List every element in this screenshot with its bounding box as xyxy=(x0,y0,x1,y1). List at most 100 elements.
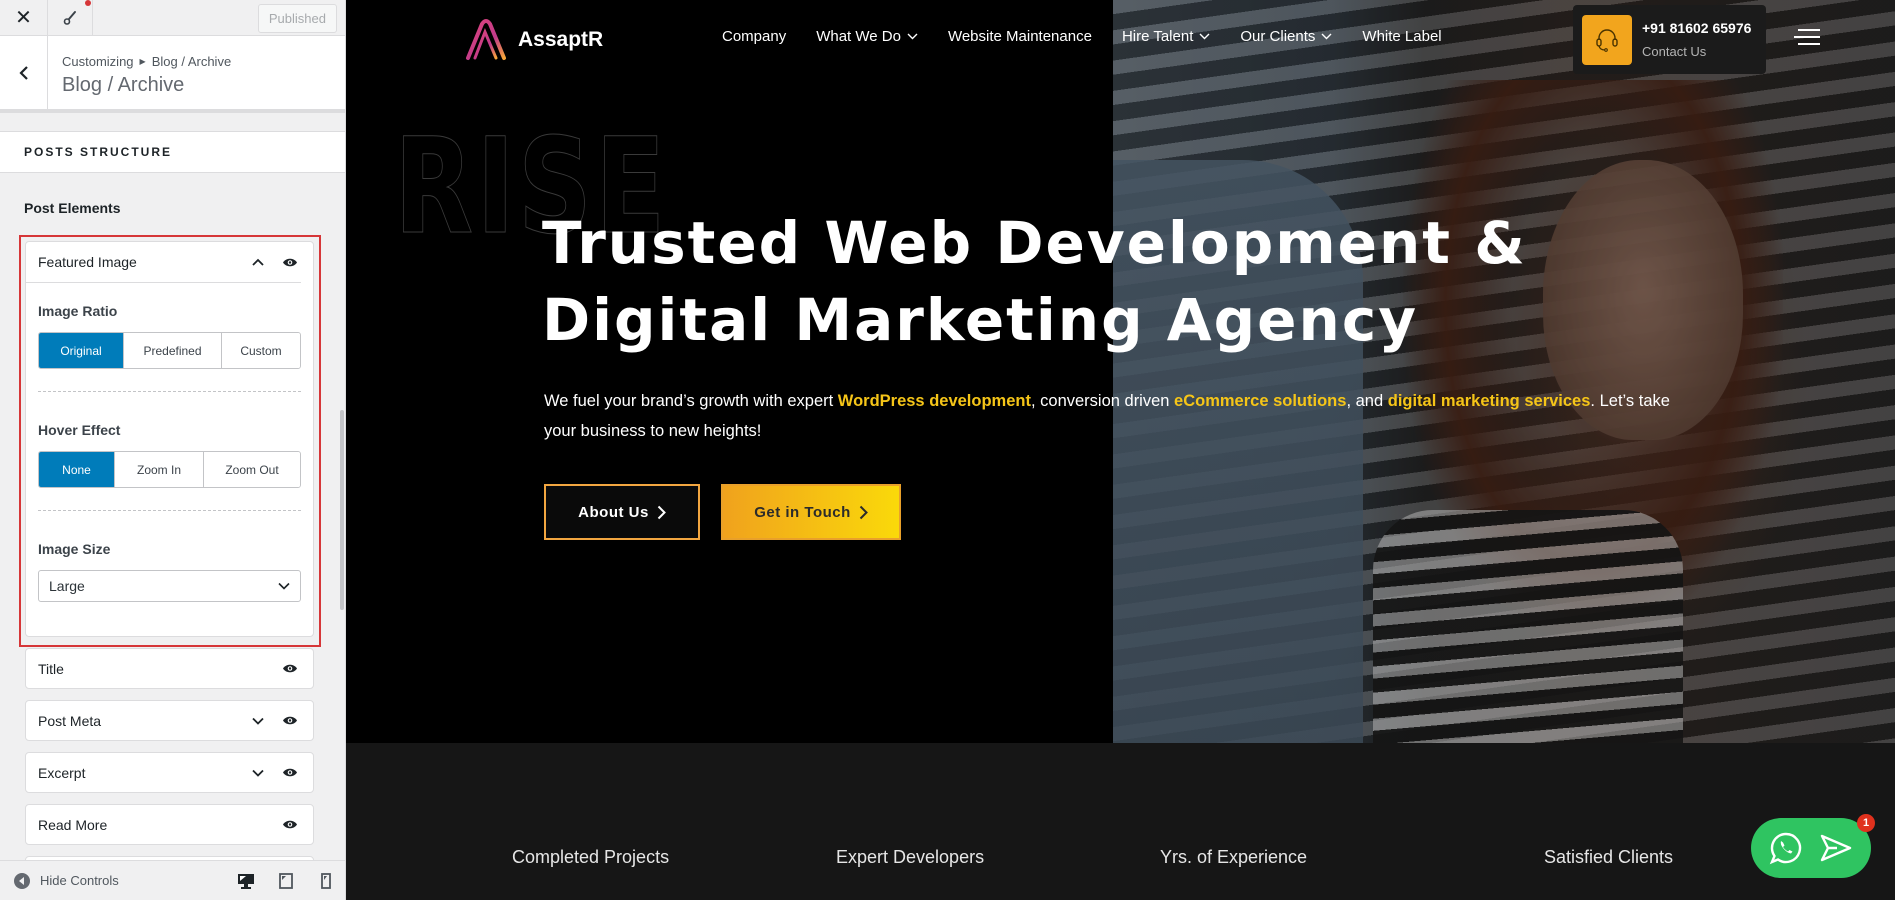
send-icon xyxy=(1820,834,1852,862)
image-ratio-label: Image Ratio xyxy=(38,303,118,319)
nav-what-we-do[interactable]: What We Do xyxy=(816,28,918,45)
chat-widget[interactable]: 1 xyxy=(1751,814,1875,878)
published-button[interactable]: Published xyxy=(257,4,337,33)
nav-white-label[interactable]: White Label xyxy=(1362,28,1441,45)
lead-highlight: digital marketing services xyxy=(1387,392,1591,410)
close-customizer-button[interactable]: ✕ xyxy=(0,0,48,35)
post-element-excerpt[interactable]: Excerpt xyxy=(25,752,314,793)
button-label: About Us xyxy=(578,503,649,521)
nav-hire-talent[interactable]: Hire Talent xyxy=(1122,28,1210,45)
expand-button[interactable] xyxy=(247,762,269,784)
paintbrush-icon xyxy=(63,10,76,25)
element-name: Excerpt xyxy=(38,764,86,781)
collapse-button[interactable] xyxy=(247,251,269,273)
collapse-arrow-icon xyxy=(14,872,30,889)
visibility-toggle[interactable] xyxy=(279,762,301,784)
lead-text: , and xyxy=(1346,392,1388,410)
image-ratio-segmented: Original Predefined Custom xyxy=(38,332,301,369)
customizer-sidebar: ✕ Published Customizing ▶ Blog / Archive… xyxy=(0,0,346,900)
hover-effect-none[interactable]: None xyxy=(39,452,114,487)
image-ratio-original[interactable]: Original xyxy=(39,333,123,368)
breadcrumb-separator-icon: ▶ xyxy=(139,57,146,66)
image-ratio-custom[interactable]: Custom xyxy=(221,333,300,368)
notification-badge: 1 xyxy=(1857,814,1875,832)
hide-controls-button[interactable]: Hide Controls xyxy=(14,872,226,889)
section-title-posts-structure: POSTS STRUCTURE xyxy=(0,131,345,173)
nav-label: Our Clients xyxy=(1240,28,1316,45)
preview-mobile-button[interactable] xyxy=(306,872,345,889)
chevron-down-icon xyxy=(252,717,264,725)
image-size-label: Image Size xyxy=(38,541,111,557)
nav-website-maintenance[interactable]: Website Maintenance xyxy=(948,28,1092,45)
visibility-toggle[interactable] xyxy=(279,251,301,273)
hero-photo xyxy=(1113,0,1895,743)
hero-headline: Trusted Web Development & Digital Market… xyxy=(542,205,1527,359)
visibility-toggle[interactable] xyxy=(279,710,301,732)
hover-effect-zoom-in[interactable]: Zoom In xyxy=(114,452,203,487)
desktop-icon xyxy=(238,873,254,889)
chevron-up-icon xyxy=(252,258,264,266)
nav-company[interactable]: Company xyxy=(722,28,786,45)
eye-icon xyxy=(283,820,297,829)
contact-label: Contact Us xyxy=(1642,44,1707,59)
site-preview: RISE AssaptR Company What We Do Website … xyxy=(346,0,1895,900)
breadcrumb-root: Customizing xyxy=(62,54,134,69)
contact-phone: +91 81602 65976 xyxy=(1642,20,1752,36)
preview-desktop-button[interactable] xyxy=(226,873,266,889)
post-element-post-meta[interactable]: Post Meta xyxy=(25,700,314,741)
visibility-toggle[interactable] xyxy=(279,658,301,680)
back-button[interactable] xyxy=(0,36,48,109)
headline-line-2: Digital Marketing Agency xyxy=(542,286,1419,354)
chevron-left-icon xyxy=(18,65,28,80)
post-elements-label: Post Elements xyxy=(24,200,121,216)
main-nav: Company What We Do Website Maintenance H… xyxy=(722,28,1442,45)
panel-header: Customizing ▶ Blog / Archive Blog / Arch… xyxy=(0,36,345,113)
nav-label: Website Maintenance xyxy=(947,28,1092,45)
eye-icon xyxy=(283,716,297,725)
image-size-select[interactable]: Large xyxy=(38,570,301,602)
stats-band: Completed Projects Expert Developers Yrs… xyxy=(346,743,1895,900)
close-icon: ✕ xyxy=(15,7,32,29)
get-in-touch-button[interactable]: Get in Touch xyxy=(721,484,901,540)
preview-tablet-button[interactable] xyxy=(266,872,306,889)
contact-box[interactable]: +91 81602 65976 Contact Us xyxy=(1573,5,1766,74)
lead-highlight: WordPress development xyxy=(837,392,1031,410)
stat-completed-projects: Completed Projects xyxy=(512,847,670,867)
image-size-value: Large xyxy=(49,578,85,594)
hide-controls-label: Hide Controls xyxy=(40,873,119,888)
site-logo[interactable]: AssaptR xyxy=(464,18,603,62)
featured-image-panel: Featured Image Image Ratio Original Pred… xyxy=(25,241,314,637)
customize-style-button[interactable] xyxy=(48,0,93,35)
post-element-read-more[interactable]: Read More xyxy=(25,804,314,845)
sidebar-footer: Hide Controls xyxy=(0,860,345,900)
element-name: Read More xyxy=(38,816,108,833)
sidebar-scrollbar[interactable] xyxy=(340,410,344,610)
hover-effect-segmented: None Zoom In Zoom Out xyxy=(38,451,301,488)
eye-icon xyxy=(283,258,297,266)
assaptr-logo-icon xyxy=(466,19,506,60)
hamburger-menu-button[interactable] xyxy=(1794,28,1822,51)
unsaved-indicator-dot xyxy=(85,0,91,6)
mobile-icon xyxy=(321,872,331,889)
chevron-down-icon xyxy=(907,33,918,40)
about-us-button[interactable]: About Us xyxy=(544,484,700,540)
nav-label: What We Do xyxy=(816,28,901,45)
nav-our-clients[interactable]: Our Clients xyxy=(1240,28,1332,45)
image-ratio-predefined[interactable]: Predefined xyxy=(123,333,221,368)
chevron-down-icon xyxy=(278,582,290,590)
nav-label: Company xyxy=(722,28,787,45)
featured-image-title: Featured Image xyxy=(38,254,137,270)
divider xyxy=(38,510,301,511)
post-element-title[interactable]: Title xyxy=(25,648,314,689)
element-name: Post Meta xyxy=(38,712,102,729)
eye-icon xyxy=(283,768,297,777)
hamburger-icon xyxy=(1794,29,1820,45)
expand-button[interactable] xyxy=(247,710,269,732)
hover-effect-zoom-out[interactable]: Zoom Out xyxy=(203,452,300,487)
featured-image-header[interactable]: Featured Image xyxy=(26,242,301,283)
visibility-toggle[interactable] xyxy=(279,814,301,836)
breadcrumb: Customizing ▶ Blog / Archive xyxy=(62,54,231,69)
chevron-right-icon xyxy=(657,505,666,519)
panel-title: Blog / Archive xyxy=(62,74,185,96)
nav-label: Hire Talent xyxy=(1121,28,1194,45)
